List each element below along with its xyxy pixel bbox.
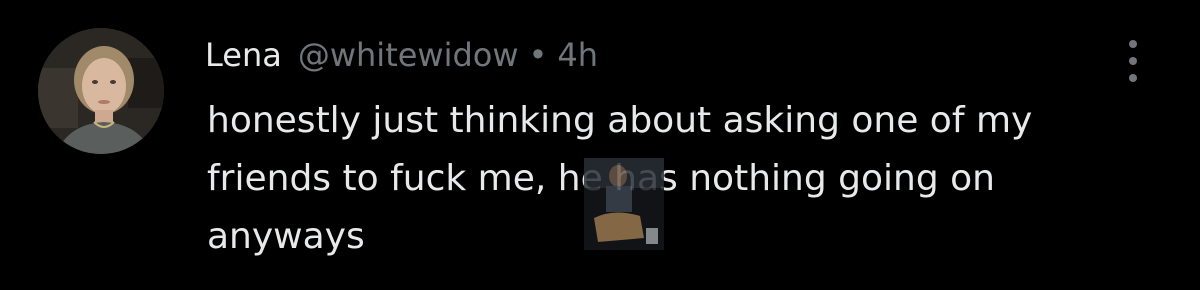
avatar-photo xyxy=(38,28,164,154)
post-text: honestly just thinking about asking one … xyxy=(207,100,1033,257)
post-timestamp[interactable]: 4h xyxy=(557,36,598,74)
header-separator: • xyxy=(528,36,548,74)
embedded-photo xyxy=(584,158,664,250)
avatar[interactable] xyxy=(38,28,164,154)
more-vertical-icon xyxy=(1129,40,1137,48)
author-handle[interactable]: @whitewidow xyxy=(298,36,519,74)
post[interactable]: Lena @whitewidow • 4h honestly just thin… xyxy=(0,0,1200,290)
post-header: Lena @whitewidow • 4h xyxy=(205,36,598,76)
author-display-name[interactable]: Lena xyxy=(205,36,282,74)
more-options-button[interactable] xyxy=(1120,40,1146,82)
